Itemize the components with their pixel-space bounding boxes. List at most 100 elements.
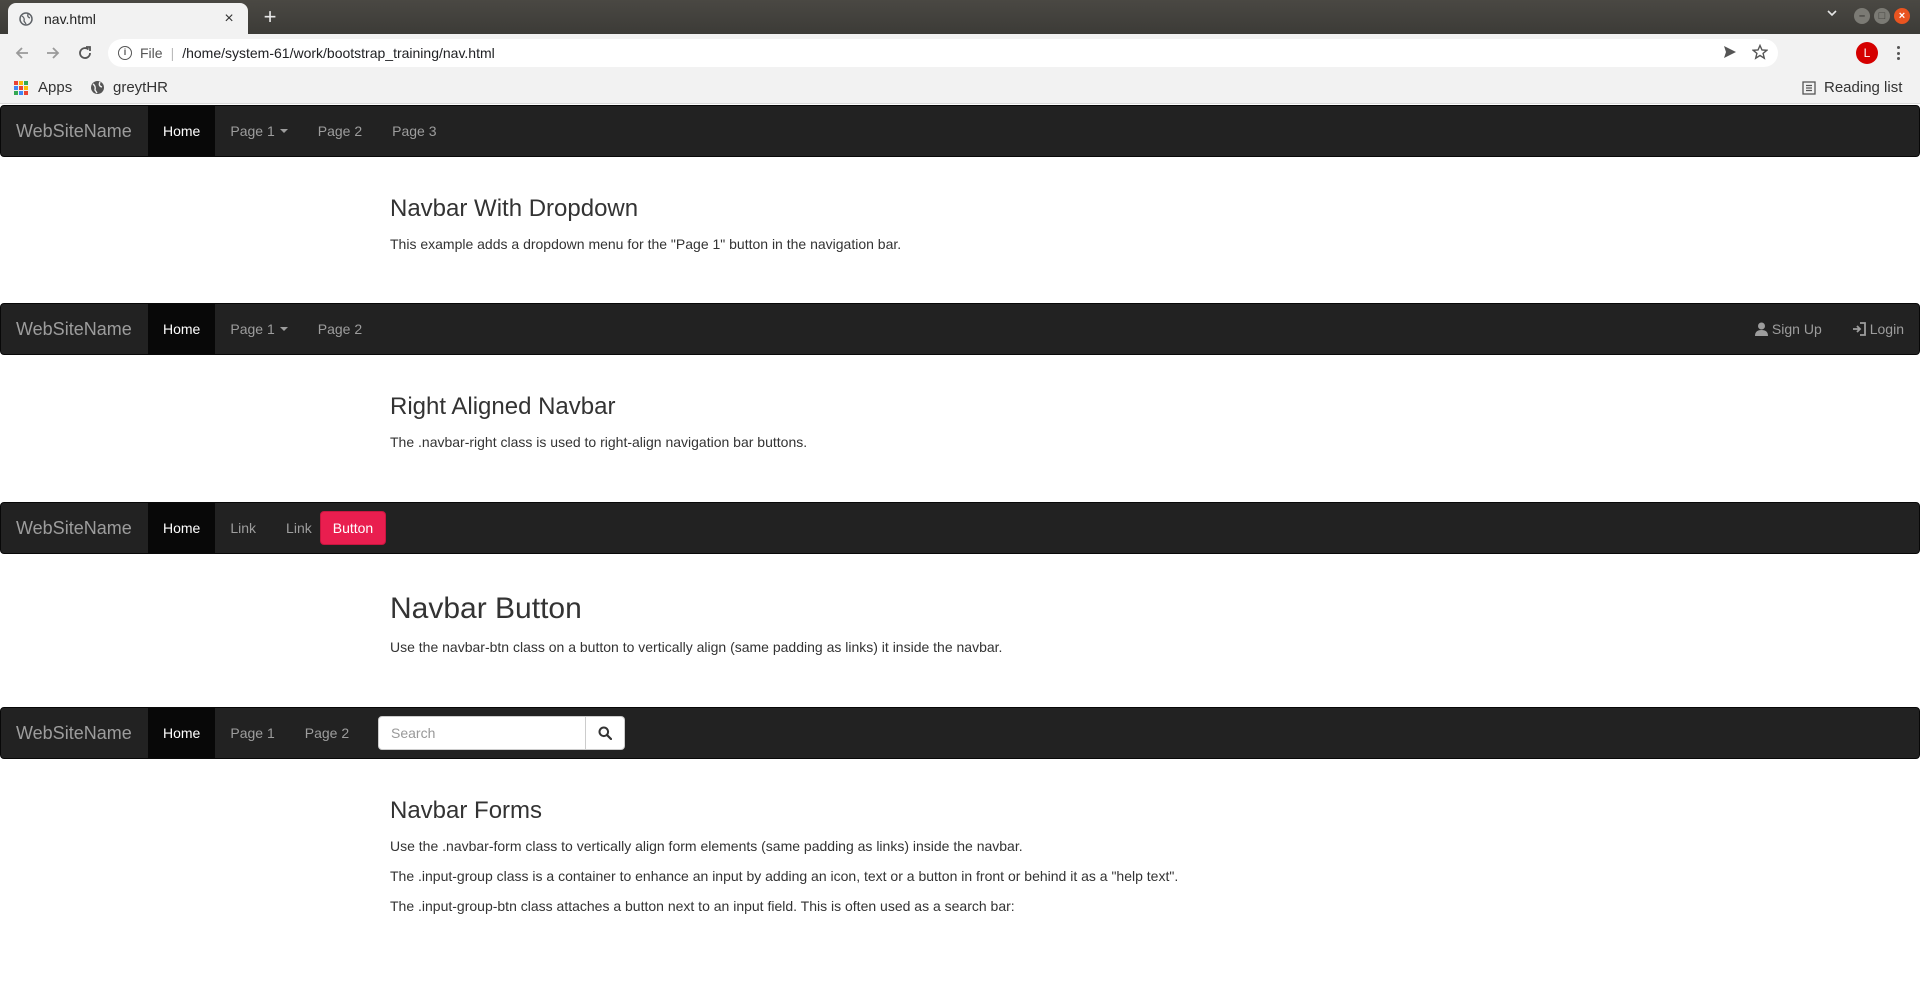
section-paragraph: Use the .navbar-form class to vertically… <box>390 838 1023 855</box>
reload-icon[interactable] <box>75 43 95 63</box>
nav-item-page-1-dropdown[interactable]: Page 1 <box>215 304 302 354</box>
navbar-right: Sign Up Login <box>1740 304 1919 354</box>
nav-item-home[interactable]: Home <box>148 106 216 156</box>
tab-close-icon[interactable]: × <box>220 10 238 28</box>
navbar-form: WebSiteName Home Page 1 Page 2 <box>0 707 1920 759</box>
nav-label: Home <box>163 123 201 139</box>
nav-item-link[interactable]: Link <box>215 503 271 553</box>
login-icon <box>1852 322 1866 336</box>
nav-label: Link <box>286 520 312 536</box>
page-viewport: WebSiteName Home Page 1 Page 2 Page 3 Na… <box>0 104 1920 988</box>
reading-list-button[interactable]: Reading list <box>1802 79 1902 96</box>
navbar-button: WebSiteName Home Link Link Button <box>0 502 1920 554</box>
section-paragraph: This example adds a dropdown menu for th… <box>390 236 902 253</box>
user-icon <box>1754 322 1768 336</box>
nav-label: Page 1 <box>230 321 275 337</box>
nav-label: Page 1 <box>230 123 275 139</box>
nav-item-page-2[interactable]: Page 2 <box>303 304 377 354</box>
navbar-brand[interactable]: WebSiteName <box>16 304 132 354</box>
nav-item-page-2[interactable]: Page 2 <box>290 708 364 758</box>
navbar-nav: Home Link Link Button <box>148 503 387 553</box>
browser-tab[interactable]: nav.html × <box>8 3 248 34</box>
address-bar-actions <box>1722 39 1778 67</box>
nav-label: Home <box>163 520 201 536</box>
address-bar[interactable]: i File | /home/system-61/work/bootstrap_… <box>108 39 1778 67</box>
browser-tab-strip: nav.html × + – □ × <box>0 0 1920 34</box>
navbar-brand[interactable]: WebSiteName <box>16 106 132 156</box>
navbar-brand[interactable]: WebSiteName <box>16 708 132 758</box>
url-text[interactable]: /home/system-61/work/bootstrap_training/… <box>182 45 495 61</box>
section-heading: Navbar Forms <box>390 797 543 824</box>
navbar-nav: Home Page 1 Page 2 <box>148 708 364 758</box>
globe-icon <box>90 80 105 95</box>
nav-item-page-2[interactable]: Page 2 <box>303 106 377 156</box>
apps-grid-icon <box>14 80 28 95</box>
maximize-window-icon[interactable]: □ <box>1874 8 1890 24</box>
nav-item-login[interactable]: Login <box>1837 304 1919 354</box>
nav-item-page-1[interactable]: Page 1 <box>215 708 289 758</box>
bookmarks-bar: Apps greytHR Reading list <box>0 72 1920 104</box>
url-scheme: File <box>140 45 163 61</box>
reading-list-icon <box>1802 80 1816 95</box>
new-tab-button[interactable]: + <box>258 4 282 30</box>
search-icon <box>598 726 612 740</box>
nav-item-page-3[interactable]: Page 3 <box>377 106 451 156</box>
navbar-right-aligned: WebSiteName Home Page 1 Page 2 Sign Up L… <box>0 303 1920 355</box>
globe-icon <box>18 11 34 27</box>
navbar-button[interactable]: Button <box>319 511 387 545</box>
section-right-aligned: Right Aligned Navbar The .navbar-right c… <box>390 393 1590 462</box>
section-heading: Navbar With Dropdown <box>390 195 639 222</box>
nav-label: Page 1 <box>230 725 275 741</box>
reading-list-label: Reading list <box>1824 79 1903 96</box>
send-icon[interactable] <box>1722 44 1738 63</box>
nav-item-link[interactable]: Link <box>271 503 320 553</box>
nav-item-home[interactable]: Home <box>148 708 216 758</box>
nav-label: Home <box>163 321 201 337</box>
bookmark-star-icon[interactable] <box>1751 43 1769 63</box>
section-paragraph: The .navbar-right class is used to right… <box>390 434 808 451</box>
navbar-brand[interactable]: WebSiteName <box>16 503 132 553</box>
section-paragraph: Use the navbar-btn class on a button to … <box>390 639 1003 655</box>
caret-down-icon <box>279 327 288 331</box>
section-paragraph: The .input-group-btn class attaches a bu… <box>390 898 1015 915</box>
nav-label: Home <box>163 725 201 741</box>
section-navbar-forms: Navbar Forms Use the .navbar-form class … <box>390 797 1590 926</box>
tab-search-chevron-icon[interactable] <box>1826 6 1838 22</box>
nav-label: Login <box>1869 321 1904 337</box>
nav-label: Link <box>230 520 257 536</box>
url-separator: | <box>170 45 175 61</box>
nav-item-page-1-dropdown[interactable]: Page 1 <box>215 106 302 156</box>
forward-arrow-icon[interactable] <box>43 43 63 63</box>
nav-label: Page 2 <box>317 321 363 337</box>
caret-down-icon <box>279 129 288 133</box>
bookmark-greythr[interactable]: greytHR <box>90 79 168 96</box>
section-navbar-dropdown: Navbar With Dropdown This example adds a… <box>390 195 1590 264</box>
tab-title: nav.html <box>44 10 96 27</box>
browser-toolbar: i File | /home/system-61/work/bootstrap_… <box>0 34 1920 72</box>
navbar-dropdown: WebSiteName Home Page 1 Page 2 Page 3 <box>0 105 1920 157</box>
profile-avatar[interactable]: L <box>1856 42 1878 64</box>
minimize-window-icon[interactable]: – <box>1854 8 1870 24</box>
nav-label: Page 3 <box>392 123 437 139</box>
nav-item-home[interactable]: Home <box>148 503 216 553</box>
window-controls: – □ × <box>1854 8 1910 24</box>
bookmark-apps[interactable]: Apps <box>14 79 72 96</box>
nav-item-sign-up[interactable]: Sign Up <box>1740 304 1837 354</box>
section-paragraph: The .input-group class is a container to… <box>390 868 1179 885</box>
bookmark-label: greytHR <box>113 79 169 96</box>
navbar-nav: Home Page 1 Page 2 Page 3 <box>148 106 451 156</box>
browser-menu-icon[interactable] <box>1890 44 1906 62</box>
navbar-search-form <box>378 716 625 750</box>
section-heading: Navbar Button <box>390 592 582 625</box>
nav-item-home[interactable]: Home <box>148 304 216 354</box>
section-navbar-button: Navbar Button Use the navbar-btn class o… <box>390 592 1590 667</box>
nav-label: Page 2 <box>304 725 350 741</box>
back-arrow-icon[interactable] <box>12 43 32 63</box>
nav-label: Sign Up <box>1771 321 1822 337</box>
search-button[interactable] <box>586 716 625 750</box>
search-input[interactable] <box>378 716 586 750</box>
site-info-icon[interactable]: i <box>118 46 132 60</box>
nav-label: Page 2 <box>317 123 363 139</box>
close-window-icon[interactable]: × <box>1894 8 1910 24</box>
navbar-nav: Home Page 1 Page 2 <box>148 304 377 354</box>
